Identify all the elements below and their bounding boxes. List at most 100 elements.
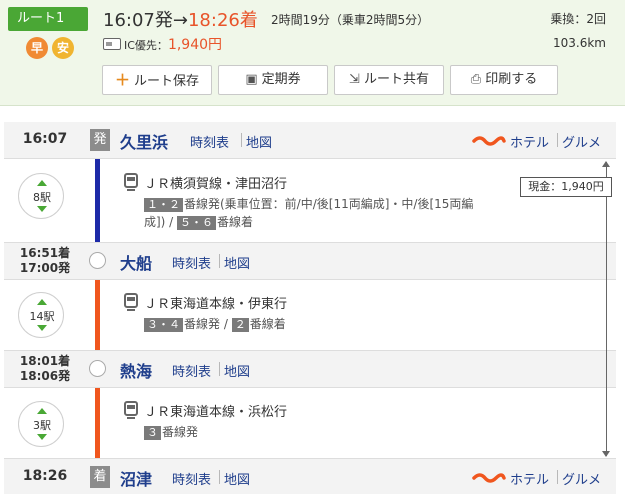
ic-card-icon [103, 38, 121, 50]
departure-platform-text: 番線発 [162, 425, 199, 439]
stop-count: 8駅 [18, 173, 64, 219]
arrival-time: 16:51着 [19, 246, 71, 260]
arrival-platform-text: 番線着 [217, 215, 254, 229]
train-name[interactable]: ＪＲ東海道本線・伊東行 [144, 293, 287, 312]
departure-platform-text: 番線発 / [184, 317, 232, 331]
fare-value: 1,940円 [167, 37, 223, 53]
save-route-button[interactable]: ＋ ルート保存 [102, 65, 212, 95]
departure-time: 17:00発 [19, 261, 71, 275]
arrow-up-icon [37, 299, 47, 305]
divider [4, 387, 616, 388]
arrow: → [172, 10, 188, 31]
departure-time: 18:06発 [19, 369, 71, 383]
divider [557, 470, 558, 484]
depart-time: 16:07発 [103, 10, 173, 31]
fare: IC優先：1,940円 [124, 34, 222, 54]
hotel-link[interactable]: ホテル [510, 469, 549, 488]
transfer-count: 乗換：2回 [550, 12, 606, 26]
hotel-logo-icon [472, 136, 506, 146]
route-times: 16:07発→18:26着 [103, 6, 258, 32]
departure-platform-text-cont: 成]) / [144, 215, 178, 229]
pass-card-icon: ▣ [245, 72, 258, 87]
share-icon: ⇲ [349, 72, 360, 87]
duration: 2時間19分（乗車2時間5分） [271, 13, 430, 27]
station-row-kurihama: 16:07 発 久里浜 時刻表 地図 ホテル グルメ [4, 122, 616, 158]
divider [219, 362, 220, 376]
timetable-link[interactable]: 時刻表 [172, 361, 211, 380]
stop-count-label: 14駅 [29, 310, 55, 323]
map-link[interactable]: 地図 [224, 361, 250, 380]
platform-info: ３・４ 番線発 / ２ 番線着 [144, 315, 286, 333]
map-link[interactable]: 地図 [246, 132, 272, 151]
departure-platform-text: 番線発(乗車位置：前/中/後[11両編成]・中/後[15両編 [184, 197, 474, 211]
gourmet-link[interactable]: グルメ [562, 469, 601, 488]
timetable-link[interactable]: 時刻表 [172, 253, 211, 272]
print-button[interactable]: ⎙ 印刷する [450, 65, 558, 95]
arrive-tag: 着 [90, 466, 110, 488]
route-badge[interactable]: ルート1 [8, 7, 88, 31]
station-name[interactable]: 沼津 [120, 466, 152, 490]
save-route-label: ルート保存 [134, 74, 200, 89]
train-icon [124, 401, 138, 419]
stop-count-label: 3駅 [33, 419, 51, 432]
arrival-platform: ５・６ [177, 216, 217, 230]
route-summary-header: ルート1 早 安 16:07発→18:26着 2時間19分（乗車2時間5分） I… [0, 0, 625, 106]
share-route-button[interactable]: ⇲ ルート共有 [334, 65, 444, 95]
station-name[interactable]: 大船 [120, 250, 152, 274]
plus-icon: ＋ [114, 71, 130, 89]
train-name[interactable]: ＪＲ横須賀線・津田沼行 [144, 173, 287, 192]
cheapest-badge-icon: 安 [52, 37, 74, 59]
station-times: 16:51着 17:00発 [4, 246, 86, 276]
fare-label: IC優先： [124, 39, 168, 52]
arrow-up-icon [37, 180, 47, 186]
train-icon [124, 293, 138, 311]
distance: 103.6km [553, 36, 606, 50]
divider [219, 254, 220, 268]
divider [241, 133, 242, 147]
timetable-link[interactable]: 時刻表 [172, 469, 211, 488]
station-node [89, 252, 106, 269]
fare-range-arrow [602, 161, 610, 457]
gourmet-link[interactable]: グルメ [562, 132, 601, 151]
station-name[interactable]: 熱海 [120, 358, 152, 382]
arrow-down-icon [37, 206, 47, 212]
departure-platform: ３・４ [144, 318, 183, 332]
station-time: 18:26 [22, 468, 68, 484]
divider [219, 470, 220, 484]
arrival-platform: ２ [231, 318, 249, 332]
hotel-logo-icon [472, 473, 506, 483]
map-link[interactable]: 地図 [224, 469, 250, 488]
departure-platform: １・２ [144, 198, 183, 212]
departure-platform: ３ [144, 426, 161, 440]
timetable-link[interactable]: 時刻表 [190, 132, 229, 151]
divider [4, 158, 616, 159]
cash-fare-box: 現金：1,940円 [520, 177, 612, 197]
commuter-pass-label: 定期券 [261, 72, 301, 87]
station-time: 16:07 [22, 131, 68, 147]
depart-tag: 発 [90, 129, 110, 151]
printer-icon: ⎙ [470, 72, 482, 87]
divider [4, 279, 616, 280]
station-name[interactable]: 久里浜 [120, 129, 168, 153]
platform-info: １・２ 番線発(乗車位置：前/中/後[11両編成]・中/後[15両編 成]) / … [144, 195, 484, 231]
station-row-numazu: 18:26 着 沼津 時刻表 地図 ホテル グルメ [4, 459, 616, 494]
share-route-label: ルート共有 [363, 72, 429, 87]
arrival-time: 18:01着 [19, 354, 71, 368]
arrive-time: 18:26着 [187, 10, 258, 31]
stop-count-label: 8駅 [33, 191, 51, 204]
train-name[interactable]: ＪＲ東海道本線・浜松行 [144, 401, 287, 420]
print-label: 印刷する [485, 72, 538, 87]
divider [557, 133, 558, 147]
station-node [89, 360, 106, 377]
commuter-pass-button[interactable]: ▣ 定期券 [218, 65, 328, 95]
arrow-down-icon [37, 434, 47, 440]
platform-info: ３ 番線発 [144, 423, 198, 441]
hotel-link[interactable]: ホテル [510, 132, 549, 151]
station-times: 18:01着 18:06発 [4, 354, 86, 384]
stop-count: 14駅 [18, 292, 64, 338]
arrow-up-icon [37, 408, 47, 414]
arrival-platform-text: 番線着 [249, 317, 286, 331]
map-link[interactable]: 地図 [224, 253, 250, 272]
train-icon [124, 173, 138, 191]
stop-count: 3駅 [18, 401, 64, 447]
